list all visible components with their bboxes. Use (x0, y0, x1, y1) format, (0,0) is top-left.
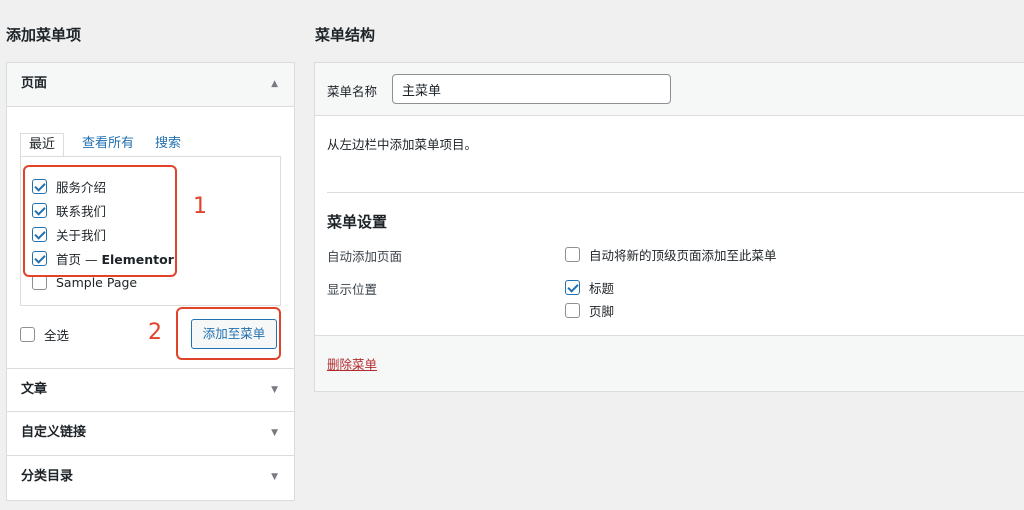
posts-section-title: 文章 (21, 382, 48, 397)
custom-links-section-title: 自定义链接 (21, 425, 87, 440)
tab-recent[interactable]: 最近 (20, 133, 65, 157)
custom-links-section-header[interactable]: 自定义链接 ▼ (7, 412, 294, 456)
menu-structure-panel: 菜单名称 从左边栏中添加菜单项目。 菜单设置 自动添加页面 自动将新的顶级页面添… (314, 62, 1024, 392)
pages-section-header[interactable]: 页面 ▲ (7, 63, 294, 107)
annotation-number-1: 1 (193, 194, 207, 219)
menu-hint: 从左边栏中添加菜单项目。 (327, 137, 478, 152)
delete-menu-link[interactable]: 删除菜单 (327, 354, 377, 373)
categories-section-header[interactable]: 分类目录 ▼ (7, 456, 294, 500)
location-header-label: 标题 (589, 280, 615, 296)
expand-arrow-icon[interactable]: ▼ (271, 456, 278, 498)
select-all-label: 全选 (44, 328, 70, 343)
add-menu-items-panel: 页面 ▲ 最近 查看所有 搜索 服务介绍 联系我们 关于我们 首页 — Elem… (6, 62, 295, 501)
menu-name-label: 菜单名称 (327, 84, 378, 99)
menu-settings-title: 菜单设置 (327, 213, 388, 231)
tab-view-all[interactable]: 查看所有 (82, 133, 134, 157)
menu-name-input[interactable] (392, 74, 671, 104)
menu-name-bar: 菜单名称 (315, 63, 1024, 116)
expand-arrow-icon[interactable]: ▼ (271, 369, 278, 411)
location-option-header[interactable]: 标题 (565, 277, 614, 297)
annotation-number-2: 2 (148, 320, 162, 345)
divider (327, 192, 1024, 193)
menu-footer-bar: 删除菜单 (315, 335, 1024, 391)
highlight-box-items (23, 165, 177, 277)
location-footer-checkbox[interactable] (565, 302, 580, 318)
pages-section-title: 页面 (21, 76, 48, 91)
posts-section-header[interactable]: 文章 ▼ (7, 368, 294, 412)
location-option-footer[interactable]: 页脚 (565, 300, 614, 320)
select-all[interactable]: 全选 (20, 325, 69, 344)
select-all-checkbox[interactable] (20, 327, 35, 342)
highlight-box-button (176, 307, 281, 360)
collapse-arrow-icon[interactable]: ▲ (271, 63, 278, 105)
tab-search[interactable]: 搜索 (155, 133, 181, 157)
auto-add-label: 自动添加页面 (327, 249, 403, 264)
add-menu-items-heading: 添加菜单项 (6, 26, 82, 44)
categories-section-title: 分类目录 (21, 469, 74, 484)
auto-add-option[interactable]: 自动将新的顶级页面添加至此菜单 (565, 244, 777, 264)
menu-structure-heading: 菜单结构 (315, 26, 376, 44)
expand-arrow-icon[interactable]: ▼ (271, 412, 278, 454)
auto-add-option-label: 自动将新的顶级页面添加至此菜单 (589, 247, 777, 263)
location-footer-label: 页脚 (589, 303, 615, 319)
auto-add-checkbox[interactable] (565, 246, 580, 262)
location-header-checkbox[interactable] (565, 279, 580, 295)
display-location-label: 显示位置 (327, 282, 378, 297)
